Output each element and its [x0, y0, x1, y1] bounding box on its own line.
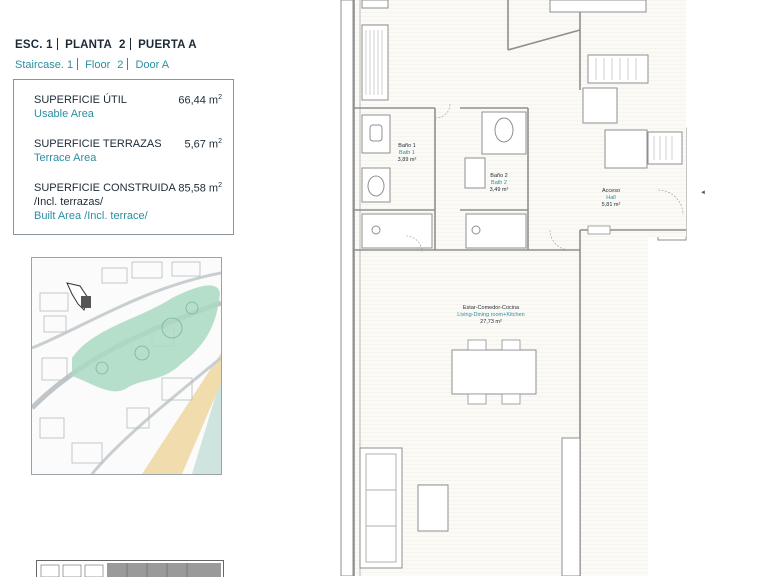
planta-label: PLANTA — [65, 39, 112, 51]
divider — [56, 38, 58, 50]
terrace-area-sub: Terrace Area — [34, 152, 97, 164]
floor-number: 2 — [117, 59, 124, 71]
entry-arrow-icon: ◄ — [700, 190, 706, 196]
divider — [77, 58, 79, 70]
unit-header: ESC. 1 PLANTA 2 PUERTA A — [15, 38, 197, 51]
esc-number: 1 — [46, 39, 53, 51]
puerta-value: A — [188, 39, 197, 51]
unit-header-english: Staircase. 1 Floor 2 Door A — [15, 58, 169, 71]
floor-label: Floor — [85, 59, 111, 71]
built-area-label2: /Incl. terrazas/ — [34, 196, 104, 208]
divider — [129, 38, 131, 50]
area-summary-box: SUPERFICIE ÚTIL Usable Area 66,44 m2 SUP… — [13, 79, 234, 235]
floor-plan: Baño 1 Bath 1 3,89 m² Baño 2 Bath 2 3,49 m² … — [340, 0, 690, 577]
room-label-bath1: Baño 1 Bath 1 3,89 m² — [397, 143, 417, 163]
esc-label: ESC. — [15, 39, 43, 51]
terrace-area-row: SUPERFICIE TERRAZAS Terrace Area 5,67 m2 — [34, 138, 222, 164]
built-area-row: SUPERFICIE CONSTRUIDA /Incl. terrazas/ B… — [34, 182, 222, 222]
usable-area-sub: Usable Area — [34, 108, 94, 120]
room-label-living: Estar-Comedor-Cocina Living-Dining room+K… — [457, 305, 525, 325]
location-map — [31, 257, 222, 475]
staircase-number: 1 — [66, 59, 74, 71]
room-label-bath2: Baño 2 Bath 2 3,49 m² — [489, 173, 509, 193]
usable-area-value: 66,44 m2 — [178, 94, 222, 107]
built-area-value: 85,58 m2 — [178, 182, 222, 195]
building-thumbnail — [36, 560, 224, 577]
room-label-hall: Acceso Hall 5,81 m² — [601, 188, 621, 208]
usable-area-row: SUPERFICIE ÚTIL Usable Area 66,44 m2 — [34, 94, 222, 120]
puerta-label: PUERTA — [138, 39, 186, 51]
door-label: Door — [135, 59, 160, 71]
divider — [127, 58, 129, 70]
built-area-sub: Built Area /Incl. terrace/ — [34, 210, 148, 222]
planta-number: 2 — [119, 39, 126, 51]
terrace-area-value: 5,67 m2 — [184, 138, 222, 151]
staircase-label: Staircase. — [15, 59, 64, 71]
door-value: A — [161, 59, 170, 71]
